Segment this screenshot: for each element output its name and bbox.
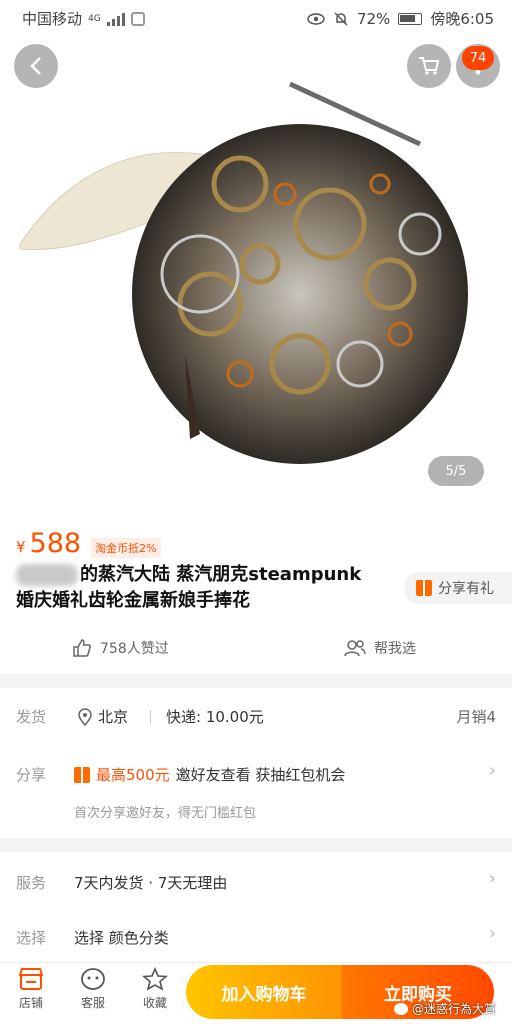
customer-service-button[interactable]: 客服 <box>68 967 118 1011</box>
weibo-watermark: @迷惑行為大賞 <box>394 1000 496 1017</box>
select-label: 选择 <box>16 929 47 947</box>
thumbs-up-icon <box>73 639 91 657</box>
battery-icon <box>398 12 423 25</box>
shipping-row: 发货 北京 快递: 10.00元 月销4 <box>0 688 512 746</box>
share-gift-button[interactable]: 分享有礼 <box>404 572 512 604</box>
divider <box>150 710 151 724</box>
share-promo: 最高500元 邀好友查看 获抽红包机会 <box>74 764 345 785</box>
help-choose-label: 帮我选 <box>374 641 416 657</box>
shipping-share-card: 发货 北京 快递: 10.00元 月销4 分享 最高500元 邀好友查看 获抽红… <box>0 688 512 838</box>
people-icon <box>344 640 366 657</box>
star-icon <box>142 967 168 991</box>
price-row: ¥ 588 淘金币抵2% <box>16 528 161 559</box>
share-max-reward: 最高500元 <box>96 766 170 784</box>
likes-count: 758人赞过 <box>100 641 169 657</box>
chevron-right-icon: › <box>488 760 496 781</box>
shop-label: 店铺 <box>18 996 43 1010</box>
product-image-gallery[interactable]: • 74 5/5 <box>0 34 512 504</box>
title-line-1: 的蒸汽大陆 蒸汽朋克steampunk <box>80 564 362 585</box>
chat-face-icon <box>81 968 105 990</box>
coin-discount-tag: 淘金币抵2% <box>91 538 161 558</box>
product-photo <box>19 81 468 464</box>
shipping-location: 北京 <box>78 706 128 727</box>
customer-service-label: 客服 <box>80 996 105 1010</box>
carrier-name: 中国移动 <box>22 10 83 28</box>
service-value: 7天内发货 · 7天无理由 <box>74 874 228 892</box>
cart-button[interactable] <box>407 44 451 88</box>
network-type: 4G <box>88 13 101 24</box>
share-promo-text: 邀好友查看 获抽红包机会 <box>175 766 346 784</box>
product-title: 的蒸汽大陆 蒸汽朋克steampunk 婚庆婚礼齿轮金属新娘手捧花 <box>16 562 388 614</box>
select-value: 选择 颜色分类 <box>74 929 169 947</box>
cart-icon <box>419 57 440 75</box>
clock: 傍晚6:05 <box>430 10 494 28</box>
monthly-sales: 月销4 <box>456 708 496 726</box>
notification-badge: 74 <box>462 46 494 70</box>
watermark-text: @迷惑行為大賞 <box>412 1002 497 1016</box>
share-gift-label: 分享有礼 <box>438 581 494 597</box>
mute-bell-icon <box>334 11 348 26</box>
favorite-label: 收藏 <box>142 996 167 1010</box>
chevron-right-icon: › <box>488 923 496 944</box>
share-label: 分享 <box>16 766 47 784</box>
redacted-blur <box>16 564 78 586</box>
app-notification-icon <box>130 11 145 26</box>
gift-icon <box>416 580 432 596</box>
product-info-card: ¥ 588 淘金币抵2% 的蒸汽大陆 蒸汽朋克steampunk 婚庆婚礼齿轮金… <box>0 504 512 674</box>
favorite-button[interactable]: 收藏 <box>130 967 180 1011</box>
red-packet-icon <box>74 766 90 783</box>
add-to-cart-button[interactable]: 加入购物车 <box>186 965 342 1019</box>
shop-button[interactable]: 店铺 <box>6 967 56 1011</box>
price: 588 <box>29 528 82 559</box>
location-pin-icon <box>78 707 92 726</box>
page-indicator: 5/5 <box>428 456 484 486</box>
chevron-right-icon: › <box>488 868 496 889</box>
shop-icon <box>18 968 44 990</box>
title-line-2: 婚庆婚礼齿轮金属新娘手捧花 <box>16 590 250 611</box>
location-text: 北京 <box>98 708 129 726</box>
battery-percent: 72% <box>356 9 391 28</box>
share-subtext: 首次分享邀好友，得无门槛红包 <box>74 806 257 821</box>
shipping-label: 发货 <box>16 708 47 726</box>
shipping-fee: 快递: 10.00元 <box>166 708 264 726</box>
eye-icon <box>307 12 325 25</box>
chevron-left-icon <box>30 57 41 75</box>
back-button[interactable] <box>14 44 58 88</box>
weibo-logo-icon <box>394 1002 408 1015</box>
status-bar: 中国移动 4G 72% 傍晚6:05 <box>0 0 512 34</box>
like-button[interactable]: 758人赞过 <box>72 638 169 658</box>
signal-icon <box>106 12 125 26</box>
help-choose-button[interactable]: 帮我选 <box>344 638 416 658</box>
currency-symbol: ¥ <box>16 538 26 556</box>
service-label: 服务 <box>16 874 47 892</box>
service-select-card: 服务 7天内发货 · 7天无理由 › 选择 选择 颜色分类 › <box>0 852 512 962</box>
